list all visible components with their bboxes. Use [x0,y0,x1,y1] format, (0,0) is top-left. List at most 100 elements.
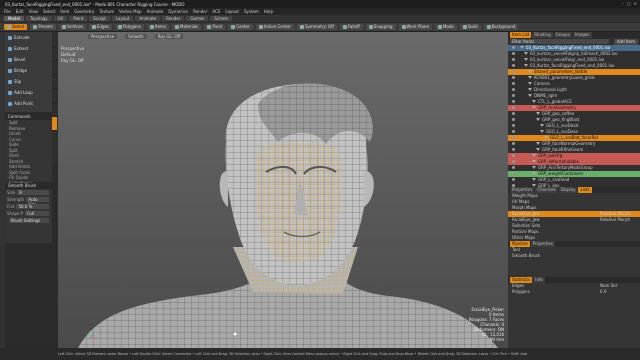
tool-button[interactable]: Bevel [5,54,52,65]
toolbar-button[interactable]: Snapping [365,24,396,30]
tool-button[interactable]: Extrude [5,32,52,43]
menu-item[interactable]: Item [60,9,69,14]
expand-arrow-icon[interactable] [532,184,536,187]
filter-items-input[interactable]: Filter Items [510,39,609,44]
expand-arrow-icon[interactable] [532,154,536,157]
toolbar-button[interactable]: Modo [434,24,457,30]
toolbar-button[interactable]: Presets [30,24,56,30]
layout-tab[interactable]: Paint [69,16,88,21]
expand-arrow-icon[interactable] [528,82,532,85]
panel-tab[interactable]: Groups [553,32,572,38]
visibility-eye-icon[interactable] [512,124,515,127]
menu-item[interactable]: Edit [16,9,24,14]
visibility-eye-icon[interactable] [512,118,515,121]
visibility-eye-icon[interactable] [512,112,515,115]
layout-tab[interactable]: Layout [111,16,134,21]
layout-tab[interactable]: Animate [135,16,161,21]
tool-button[interactable]: Extend [5,43,52,54]
add-item-button[interactable]: Add Item [613,38,638,45]
panel-tab[interactable]: Images [572,32,592,38]
toolbar-button[interactable]: Edges [88,24,113,30]
side-tab-active[interactable] [52,117,57,131]
property-value[interactable]: 8 [17,190,49,195]
toolbar-button[interactable]: Symmetry: Off [296,24,337,30]
layout-tab[interactable]: Render [162,16,185,21]
menu-item[interactable]: System [244,9,259,14]
property-value[interactable]: Brush Settings [9,218,49,223]
visibility-eye-icon[interactable] [512,160,515,163]
expand-arrow-icon[interactable] [520,46,524,49]
tool-button[interactable]: Add Point [5,98,52,109]
list-row[interactable]: Polygons 0 0 [508,289,640,295]
expand-arrow-icon[interactable] [536,118,540,121]
layout-tab[interactable]: Sculpt [89,16,110,21]
visibility-eye-icon[interactable] [512,148,515,151]
visibility-eye-icon[interactable] [512,184,515,187]
menu-item[interactable]: File [4,9,11,14]
layout-tab[interactable]: Topology [26,16,52,21]
layout-tab[interactable]: Games [186,16,209,21]
side-tab[interactable] [52,89,57,103]
property-value[interactable]: Full [25,211,49,216]
expand-arrow-icon[interactable] [532,106,536,109]
maximize-button[interactable]: □ [627,1,631,6]
visibility-eye-icon[interactable] [512,142,515,145]
visibility-eye-icon[interactable] [512,76,515,79]
menu-item[interactable]: ACS [212,9,220,14]
expand-arrow-icon[interactable] [536,148,540,151]
expand-arrow-icon[interactable] [532,172,536,175]
menu-item[interactable]: Animate [147,9,164,14]
visibility-eye-icon[interactable] [512,106,515,109]
visibility-eye-icon[interactable] [512,64,515,67]
visibility-eye-icon[interactable] [512,94,515,97]
3d-viewport[interactable]: Perspective Smooth Ray GL: Off Perspecti… [58,32,508,348]
toolbar-button[interactable]: Items [146,24,170,30]
minimize-button[interactable]: – [622,1,624,6]
visibility-eye-icon[interactable] [512,88,515,91]
menu-item[interactable]: View [28,9,38,14]
panel-tab[interactable]: Item List [510,32,532,38]
expand-arrow-icon[interactable] [528,70,532,73]
visibility-eye-icon[interactable] [512,154,515,157]
toolbar-button[interactable]: Vertices [58,24,86,30]
visibility-eye-icon[interactable] [512,178,515,181]
toolbar-button[interactable]: Polygons [115,24,144,30]
toolbar-button[interactable]: Falloff [339,24,363,30]
menu-item[interactable]: Select [43,9,55,14]
visibility-eye-icon[interactable] [512,46,515,49]
toolbar-button[interactable]: Action Center [255,24,294,30]
side-tab[interactable] [52,33,57,47]
visibility-eye-icon[interactable] [512,136,515,139]
menu-item[interactable]: Layout [225,9,239,14]
property-value[interactable]: 50.0 % [16,204,49,209]
toolbar-button[interactable]: Materials [172,24,202,30]
visibility-eye-icon[interactable] [512,70,515,73]
tool-button[interactable]: Add Loop [5,87,52,98]
item-list-row[interactable]: GRP_L_key [508,183,640,187]
layout-tab[interactable]: UV [53,16,68,21]
visibility-eye-icon[interactable] [512,172,515,175]
expand-arrow-icon[interactable] [524,64,528,67]
side-tab[interactable] [52,47,57,61]
menu-item[interactable]: Geometry [74,9,94,14]
visibility-eye-icon[interactable] [512,100,515,103]
expand-arrow-icon[interactable] [528,88,532,91]
panel-tab[interactable]: Shading [532,32,553,38]
character-head-mesh[interactable] [58,32,508,348]
visibility-eye-icon[interactable] [512,52,515,55]
visibility-eye-icon[interactable] [512,58,515,61]
expand-arrow-icon[interactable] [540,124,544,127]
toolbar-button[interactable]: Select [4,24,28,30]
toolbar-button[interactable]: Center [228,24,253,30]
expand-arrow-icon[interactable] [536,112,540,115]
toolbar-button[interactable]: Work Plane [398,24,432,30]
menu-item[interactable]: Dynamics [168,9,188,14]
menu-item[interactable]: Vertex Map [119,9,142,14]
visibility-eye-icon[interactable] [512,130,515,133]
close-button[interactable]: ✕ [634,1,637,6]
expand-arrow-icon[interactable] [540,130,544,133]
layout-tab[interactable]: Schem [210,16,233,21]
expand-arrow-icon[interactable] [536,142,540,145]
expand-arrow-icon[interactable] [528,76,532,79]
expand-arrow-icon[interactable] [544,136,548,139]
